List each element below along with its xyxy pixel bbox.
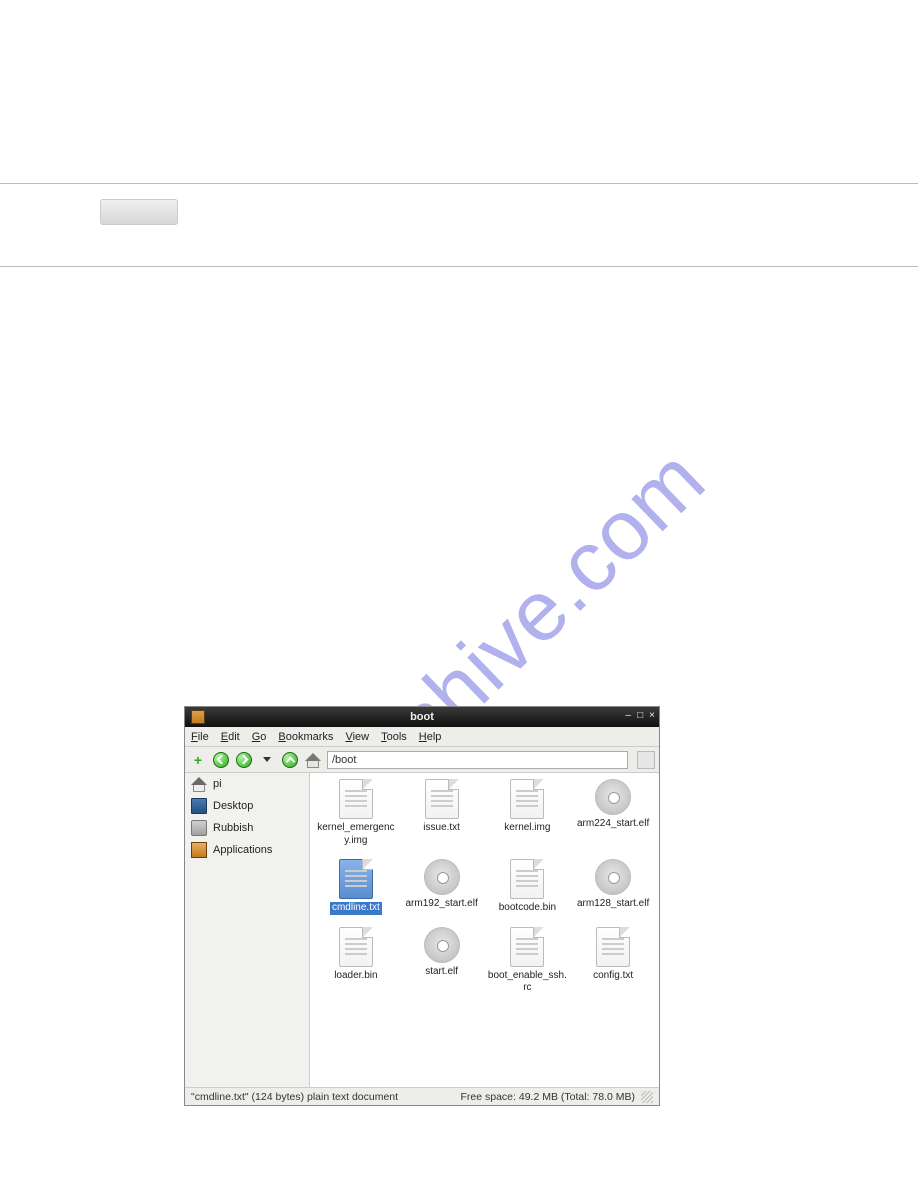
document-icon	[339, 927, 373, 967]
file-manager-window: boot – □ × File Edit Go Bookmarks View T…	[184, 706, 660, 1106]
window-title: boot	[185, 711, 659, 723]
status-bar: "cmdline.txt" (124 bytes) plain text doc…	[185, 1087, 659, 1105]
menu-edit[interactable]: Edit	[221, 731, 240, 743]
sidebar-item-desktop[interactable]: Desktop	[185, 795, 309, 817]
document-icon	[425, 779, 459, 819]
sidebar-item-applications[interactable]: Applications	[185, 839, 309, 861]
file-name: cmdline.txt	[330, 902, 382, 915]
blank-button[interactable]	[100, 199, 178, 225]
file-item[interactable]: arm192_start.elf	[400, 859, 484, 915]
menu-go[interactable]: Go	[252, 731, 267, 743]
sidebar-item-label: Desktop	[213, 800, 253, 812]
sidebar-item-label: Rubbish	[213, 822, 253, 834]
document-icon	[596, 927, 630, 967]
gear-icon	[595, 779, 631, 815]
sidebar-item-label: pi	[213, 778, 222, 790]
file-item[interactable]: arm128_start.elf	[571, 859, 655, 915]
file-grid[interactable]: kernel_emergency.img issue.txt kernel.img a…	[310, 773, 659, 1087]
document-icon	[510, 927, 544, 967]
gear-icon	[424, 927, 460, 963]
history-dropdown[interactable]	[258, 751, 276, 769]
titlebar[interactable]: boot – □ ×	[185, 707, 659, 727]
file-name: kernel.img	[504, 822, 550, 835]
minimize-button[interactable]: –	[626, 710, 632, 721]
file-item[interactable]: start.elf	[400, 927, 484, 995]
file-item[interactable]: bootcode.bin	[486, 859, 570, 915]
maximize-button[interactable]: □	[637, 710, 643, 721]
file-name: issue.txt	[423, 822, 460, 835]
divider	[0, 183, 918, 184]
file-name: arm192_start.elf	[405, 898, 477, 911]
divider	[0, 266, 918, 267]
resize-grip-icon[interactable]	[641, 1091, 653, 1103]
close-button[interactable]: ×	[649, 710, 655, 721]
file-item[interactable]: arm224_start.elf	[571, 779, 655, 847]
gear-icon	[424, 859, 460, 895]
file-name: config.txt	[593, 970, 633, 983]
document-icon	[510, 779, 544, 819]
status-left: "cmdline.txt" (124 bytes) plain text doc…	[191, 1091, 398, 1103]
sidebar: pi Desktop Rubbish Applications	[185, 773, 310, 1087]
go-button[interactable]	[637, 751, 655, 769]
file-item[interactable]: cmdline.txt	[314, 859, 398, 915]
sidebar-item-pi[interactable]: pi	[185, 773, 309, 795]
document-icon	[510, 859, 544, 899]
sidebar-item-rubbish[interactable]: Rubbish	[185, 817, 309, 839]
file-name: arm224_start.elf	[577, 818, 649, 831]
back-button[interactable]	[212, 751, 230, 769]
file-item[interactable]: issue.txt	[400, 779, 484, 847]
home-button[interactable]	[304, 751, 322, 769]
file-item[interactable]: boot_enable_ssh.rc	[486, 927, 570, 995]
menu-help[interactable]: Help	[419, 731, 442, 743]
file-name: arm128_start.elf	[577, 898, 649, 911]
file-name: bootcode.bin	[499, 902, 556, 915]
address-bar[interactable]: /boot	[327, 751, 628, 769]
gear-icon	[595, 859, 631, 895]
trash-icon	[191, 820, 207, 836]
sidebar-item-label: Applications	[213, 844, 272, 856]
up-button[interactable]	[281, 751, 299, 769]
file-name: loader.bin	[334, 970, 377, 983]
file-item[interactable]: kernel.img	[486, 779, 570, 847]
toolbar: + /boot	[185, 747, 659, 773]
menubar: File Edit Go Bookmarks View Tools Help	[185, 727, 659, 747]
file-name: start.elf	[425, 966, 458, 979]
document-icon	[339, 859, 373, 899]
menu-tools[interactable]: Tools	[381, 731, 407, 743]
file-item[interactable]: config.txt	[571, 927, 655, 995]
menu-bookmarks[interactable]: Bookmarks	[278, 731, 333, 743]
status-right: Free space: 49.2 MB (Total: 78.0 MB)	[461, 1091, 636, 1103]
document-icon	[339, 779, 373, 819]
file-item[interactable]: loader.bin	[314, 927, 398, 995]
forward-button[interactable]	[235, 751, 253, 769]
menu-file[interactable]: File	[191, 731, 209, 743]
file-item[interactable]: kernel_emergency.img	[314, 779, 398, 847]
menu-view[interactable]: View	[345, 731, 369, 743]
new-tab-button[interactable]: +	[189, 751, 207, 769]
file-name: kernel_emergency.img	[316, 822, 396, 847]
monitor-icon	[191, 798, 207, 814]
apps-icon	[191, 842, 207, 858]
home-icon	[191, 776, 207, 792]
address-path: /boot	[332, 754, 356, 766]
file-name: boot_enable_ssh.rc	[487, 970, 567, 995]
